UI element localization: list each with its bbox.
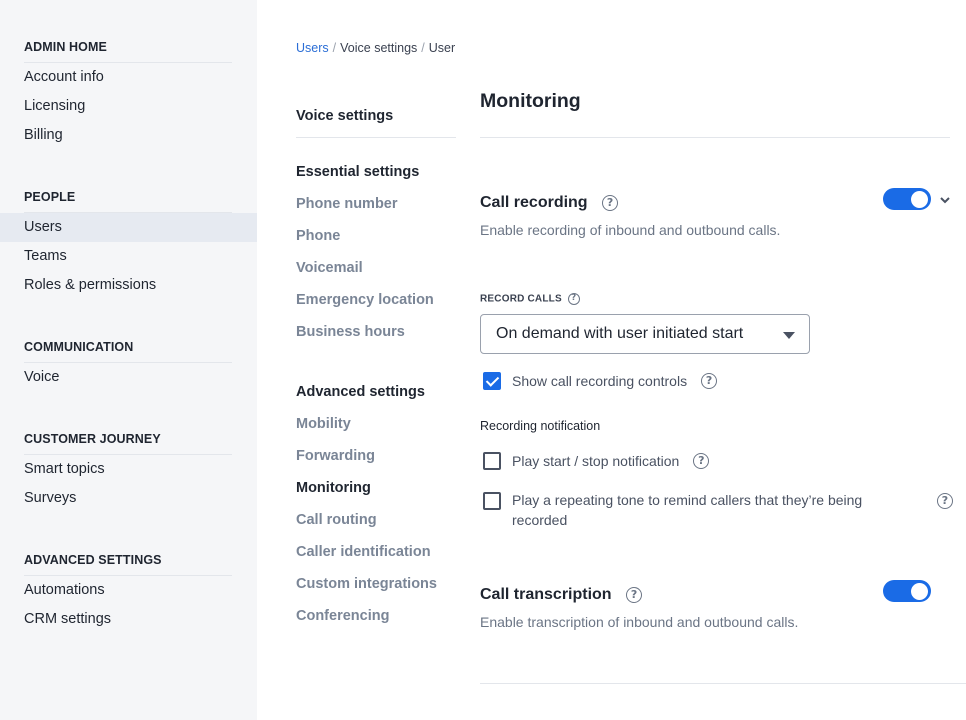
nav-item-forwarding[interactable]: Forwarding — [296, 440, 456, 472]
play-start-stop-checkbox[interactable] — [483, 452, 501, 470]
sidebar-section-communication: COMMUNICATION Voice — [0, 332, 257, 392]
help-icon[interactable]: ? — [693, 453, 710, 469]
sidebar-section-people: PEOPLE Users Teams Roles & permissions — [0, 182, 257, 300]
sidebar-item-crm-settings[interactable]: CRM settings — [0, 605, 257, 634]
sidebar-section-title: ADVANCED SETTINGS — [0, 545, 257, 575]
nav-item-custom-integrations[interactable]: Custom integrations — [296, 568, 456, 600]
record-calls-select[interactable]: On demand with user initiated start — [480, 314, 810, 354]
play-start-stop-label[interactable]: Play start / stop notification — [512, 451, 679, 471]
breadcrumb-link-users[interactable]: Users — [296, 41, 329, 55]
sidebar-item-smart-topics[interactable]: Smart topics — [0, 455, 257, 484]
record-calls-label-row: RECORD CALLS ? — [480, 293, 580, 305]
divider — [480, 683, 966, 684]
nav-item-caller-identification[interactable]: Caller identification — [296, 536, 456, 568]
call-recording-toggle[interactable] — [883, 188, 931, 210]
sidebar-item-billing[interactable]: Billing — [0, 121, 257, 150]
sidebar-section-admin-home: ADMIN HOME Account info Licensing Billin… — [0, 32, 257, 150]
nav-item-mobility[interactable]: Mobility — [296, 408, 456, 440]
show-controls-checkbox[interactable] — [483, 372, 501, 390]
nav-item-phone-number[interactable]: Phone number — [296, 188, 456, 220]
sidebar-item-users[interactable]: Users — [0, 213, 257, 242]
help-icon[interactable]: ? — [567, 293, 580, 305]
nav-item-business-hours[interactable]: Business hours — [296, 316, 456, 348]
sidebar-item-licensing[interactable]: Licensing — [0, 92, 257, 121]
toggle-knob — [911, 582, 928, 600]
help-icon[interactable]: ? — [626, 586, 643, 603]
breadcrumb-separator: / — [332, 41, 337, 55]
nav-item-phone[interactable]: Phone — [296, 220, 456, 252]
call-transcription-heading-row: Call transcription ? — [480, 586, 643, 604]
main-content: Monitoring Call recording ? Enable recor… — [480, 0, 966, 720]
sidebar-section-title: CUSTOMER JOURNEY — [0, 424, 257, 454]
nav-item-call-routing[interactable]: Call routing — [296, 504, 456, 536]
help-icon[interactable]: ? — [701, 373, 718, 389]
toggle-knob — [911, 190, 928, 208]
help-icon[interactable]: ? — [937, 493, 953, 509]
chevron-down-icon[interactable] — [939, 194, 951, 206]
sidebar-section-title: PEOPLE — [0, 182, 257, 212]
nav-item-emergency-location[interactable]: Emergency location — [296, 284, 456, 316]
repeating-tone-row: Play a repeating tone to remind callers … — [483, 490, 953, 530]
page-title: Monitoring — [480, 90, 581, 112]
show-controls-row: Show call recording controls ? — [483, 371, 718, 391]
breadcrumb: Users / Voice settings / User — [296, 41, 455, 55]
repeating-tone-checkbox[interactable] — [483, 492, 501, 510]
settings-nav: Voice settings Essential settings Phone … — [296, 100, 456, 632]
caret-down-icon — [783, 332, 795, 339]
repeating-tone-label[interactable]: Play a repeating tone to remind callers … — [512, 490, 887, 530]
breadcrumb-voice-settings: Voice settings — [340, 41, 418, 55]
sidebar-item-automations[interactable]: Automations — [0, 576, 257, 605]
sidebar-section-advanced-settings: ADVANCED SETTINGS Automations CRM settin… — [0, 545, 257, 634]
help-icon[interactable]: ? — [602, 194, 619, 211]
sidebar-item-surveys[interactable]: Surveys — [0, 484, 257, 513]
settings-nav-title: Voice settings — [296, 100, 456, 138]
nav-item-monitoring[interactable]: Monitoring — [296, 472, 456, 504]
breadcrumb-current: User — [428, 41, 456, 55]
sidebar-section-title: COMMUNICATION — [0, 332, 257, 362]
recording-notification-label: Recording notification — [480, 419, 601, 433]
record-calls-label: RECORD CALLS — [480, 293, 562, 305]
call-recording-heading-row: Call recording ? — [480, 194, 619, 212]
nav-group-advanced: Advanced settings — [296, 384, 425, 400]
nav-item-voicemail[interactable]: Voicemail — [296, 252, 456, 284]
call-transcription-description: Enable transcription of inbound and outb… — [480, 614, 799, 630]
nav-item-conferencing[interactable]: Conferencing — [296, 600, 456, 632]
show-controls-label[interactable]: Show call recording controls — [512, 371, 687, 391]
sidebar-item-roles-permissions[interactable]: Roles & permissions — [0, 271, 257, 300]
sidebar-item-voice[interactable]: Voice — [0, 363, 257, 392]
sidebar: ADMIN HOME Account info Licensing Billin… — [0, 0, 257, 720]
nav-group-essential: Essential settings — [296, 164, 420, 180]
call-recording-description: Enable recording of inbound and outbound… — [480, 222, 781, 238]
sidebar-section-customer-journey: CUSTOMER JOURNEY Smart topics Surveys — [0, 424, 257, 513]
sidebar-section-title: ADMIN HOME — [0, 32, 257, 62]
play-start-stop-row: Play start / stop notification ? — [483, 451, 710, 471]
divider — [480, 137, 950, 138]
sidebar-item-account-info[interactable]: Account info — [0, 63, 257, 92]
call-transcription-toggle[interactable] — [883, 580, 931, 602]
breadcrumb-separator: / — [421, 41, 425, 55]
call-recording-heading: Call recording — [480, 194, 588, 211]
call-transcription-heading: Call transcription — [480, 586, 612, 603]
record-calls-value: On demand with user initiated start — [496, 325, 744, 342]
sidebar-item-teams[interactable]: Teams — [0, 242, 257, 271]
